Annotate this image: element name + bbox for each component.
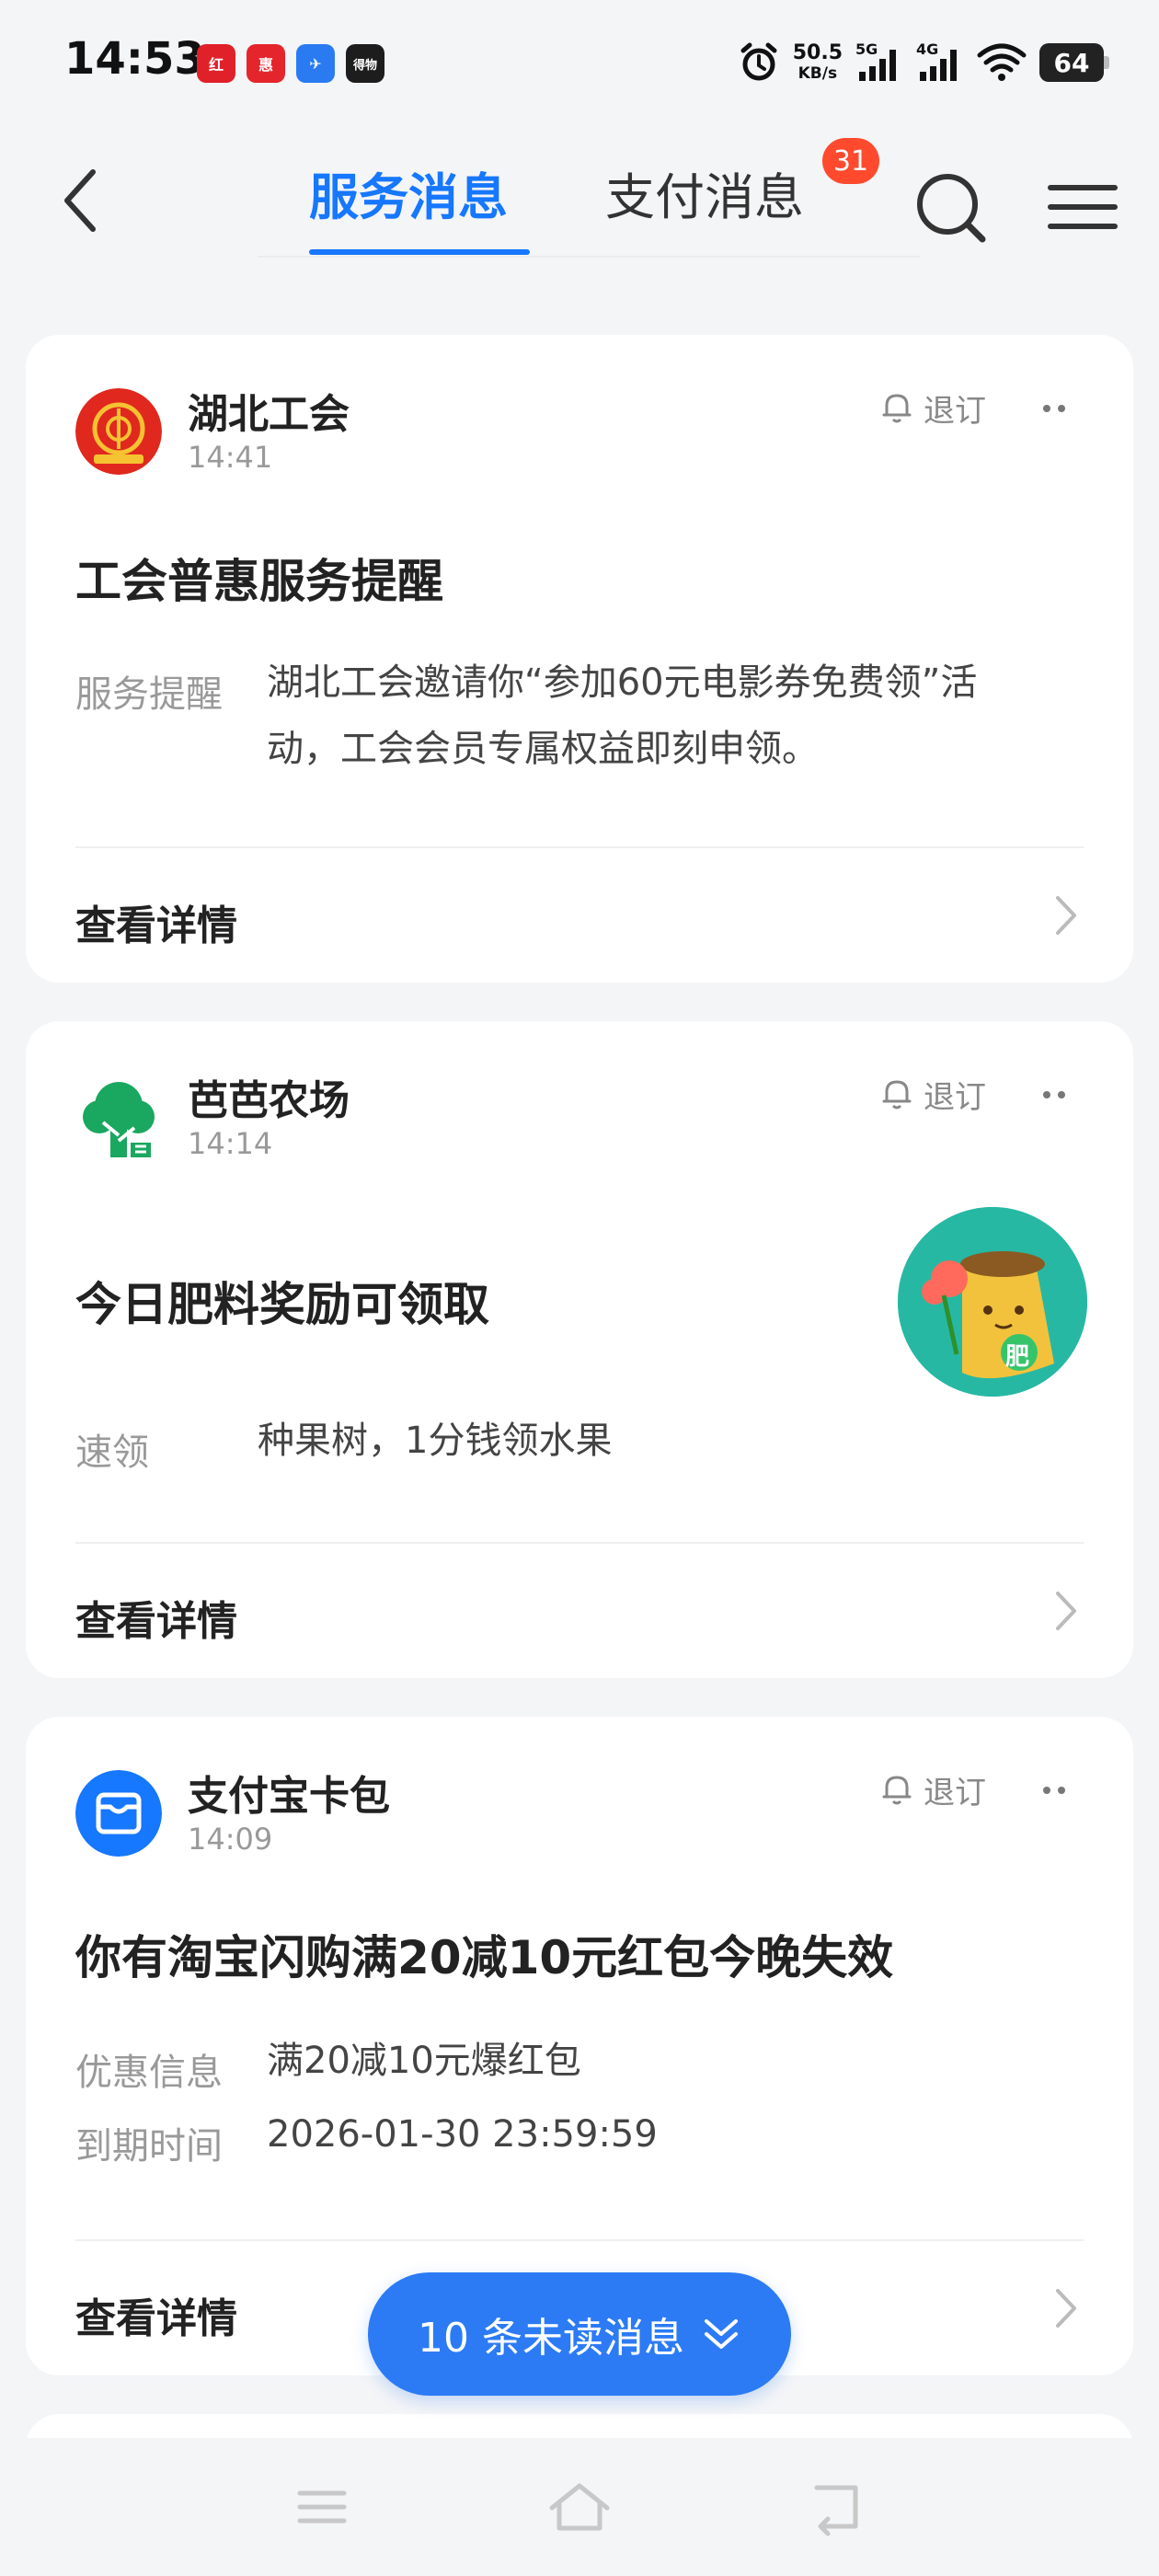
recent-apps-icon[interactable] <box>285 2475 359 2539</box>
network-speed: 50.5 KB/s <box>793 43 843 82</box>
battery-indicator: 64 <box>1039 43 1109 82</box>
message-time: 14:14 <box>188 1126 273 1161</box>
hubei-union-logo <box>75 388 162 475</box>
source-name: 芭芭农场 <box>188 1077 350 1124</box>
bell-icon <box>882 1776 912 1805</box>
message-time: 14:41 <box>188 440 273 475</box>
view-details-row[interactable]: 查看详情 <box>75 1564 1084 1656</box>
view-details-label: 查看详情 <box>75 903 237 949</box>
unread-badge: 31 <box>822 138 879 184</box>
alipay-messages-page: 14:53 红 惠 ✈ 得物 50.5 KB/s 5G 4G 64 服务消息 支… <box>0 0 1159 2576</box>
card-divider <box>75 2239 1084 2241</box>
wifi-icon <box>977 43 1027 81</box>
alipay-cardbag-logo <box>75 1770 162 1857</box>
unsubscribe-label: 退订 <box>924 1078 986 1116</box>
active-tab-indicator <box>309 249 530 255</box>
network-speed-unit: KB/s <box>798 64 838 83</box>
field-value-line: 湖北工会邀请你“参加60元电影券免费领”活 <box>267 661 978 704</box>
search-icon <box>917 174 986 243</box>
back-nav-icon[interactable] <box>800 2475 874 2539</box>
fertilizer-bag-image: 肥 <box>898 1207 1087 1397</box>
network-speed-value: 50.5 <box>792 41 843 64</box>
more-dot-icon <box>1058 405 1065 412</box>
field-value: 种果树，1分钱领水果 <box>258 1420 613 1462</box>
back-button[interactable] <box>48 164 112 237</box>
view-details-label: 查看详情 <box>75 1598 237 1645</box>
field-value-line: 动，工会会员专属权益即刻申领。 <box>267 728 819 770</box>
search-button[interactable] <box>911 166 993 248</box>
unsubscribe-label: 退订 <box>924 392 986 430</box>
card-divider <box>75 846 1084 848</box>
message-title: 今日肥料奖励可领取 <box>75 1278 489 1331</box>
more-options-button[interactable] <box>1027 1075 1082 1115</box>
more-dot-icon <box>1043 405 1050 412</box>
unread-messages-button[interactable]: 10 条未读消息 <box>368 2272 791 2396</box>
signal-5g: 5G <box>855 40 903 83</box>
card-divider <box>75 1542 1084 1544</box>
antforest-farm-logo <box>75 1075 162 1161</box>
field-label: 速领 <box>75 1432 149 1474</box>
fertilizer-label: 肥 <box>1005 1343 1030 1371</box>
menu-button[interactable] <box>1041 166 1124 248</box>
unread-messages-label: 10 条未读消息 <box>418 2315 684 2362</box>
source-name: 支付宝卡包 <box>188 1773 390 1820</box>
tab-bar-divider <box>258 256 920 258</box>
tab-payment-messages[interactable]: 支付消息 <box>605 156 804 229</box>
source-name: 湖北工会 <box>188 391 350 438</box>
signal-4g: 4G <box>916 40 964 83</box>
message-card: 湖北工会 14:41 退订 工会普惠服务提醒 服务提醒 湖北工会邀请你“参加60… <box>26 335 1133 983</box>
app-notification-icon: ✈ <box>296 44 335 83</box>
message-card: 芭芭农场 14:14 退订 今日肥料奖励可领取 肥 速领 种果树，1分钱领水果 … <box>26 1021 1133 1678</box>
field-label: 优惠信息 <box>75 2052 223 2094</box>
field-value: 满20减10元爆红包 <box>267 2040 581 2082</box>
message-time: 14:09 <box>188 1822 273 1857</box>
unsubscribe-button[interactable]: 退订 <box>881 385 986 431</box>
unsubscribe-button[interactable]: 退订 <box>881 1071 986 1117</box>
unsubscribe-button[interactable]: 退订 <box>881 1766 986 1812</box>
view-details-label: 查看详情 <box>75 2295 237 2342</box>
field-label: 服务提醒 <box>75 673 223 716</box>
status-bar: 14:53 红 惠 ✈ 得物 50.5 KB/s 5G 4G 64 <box>0 0 1159 120</box>
more-dot-icon <box>1043 1787 1050 1794</box>
bell-icon <box>882 394 912 423</box>
battery-level: 64 <box>1053 47 1090 78</box>
signal-bars-icon <box>920 50 957 81</box>
bell-icon <box>882 1080 912 1110</box>
double-chevron-down-icon <box>704 2319 738 2349</box>
unsubscribe-label: 退订 <box>924 1774 986 1811</box>
more-dot-icon <box>1058 1787 1065 1794</box>
hamburger-menu-icon <box>1048 185 1118 229</box>
status-time: 14:53 <box>64 33 205 85</box>
chevron-left-icon <box>64 169 96 232</box>
home-icon[interactable] <box>543 2475 616 2539</box>
app-notification-icon: 红 <box>197 44 235 83</box>
app-notification-icon: 得物 <box>346 44 384 83</box>
signal-bars-icon <box>859 50 896 81</box>
battery-cap <box>1104 56 1109 69</box>
field-label: 到期时间 <box>75 2125 223 2168</box>
chevron-right-icon <box>1056 2289 1076 2328</box>
more-dot-icon <box>1043 1091 1050 1098</box>
more-options-button[interactable] <box>1027 1770 1082 1811</box>
tab-service-messages[interactable]: 服务消息 <box>309 156 508 229</box>
view-details-row[interactable]: 查看详情 <box>75 868 1084 960</box>
header: 服务消息 支付消息 31 <box>0 138 1159 267</box>
system-navigation-bar <box>0 2438 1159 2576</box>
chevron-right-icon <box>1056 896 1076 935</box>
more-dot-icon <box>1058 1091 1065 1098</box>
message-title: 你有淘宝闪购满20减10元红包今晚失效 <box>75 1931 894 1984</box>
message-title: 工会普惠服务提醒 <box>75 555 443 608</box>
alarm-icon <box>740 42 777 81</box>
status-indicators: 50.5 KB/s 5G 4G 64 <box>738 37 1109 88</box>
chevron-right-icon <box>1056 1592 1076 1630</box>
field-value: 2026-01-30 23:59:59 <box>267 2113 658 2156</box>
more-options-button[interactable] <box>1027 388 1082 429</box>
app-notification-icon: 惠 <box>247 44 285 83</box>
